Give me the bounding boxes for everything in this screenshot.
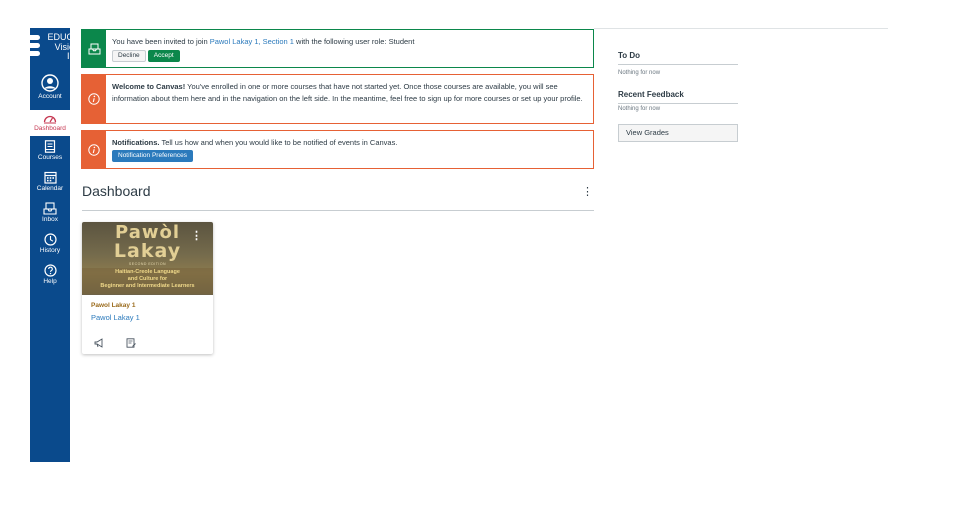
view-grades-button[interactable]: View Grades (618, 124, 738, 142)
todo-divider (618, 64, 738, 65)
nav-item-help[interactable]: Help (30, 264, 70, 290)
dashboard-icon (43, 115, 57, 124)
nav-label: Courses (37, 154, 63, 161)
nav-item-inbox[interactable]: Inbox (30, 202, 70, 228)
course-card-hero-image[interactable]: Pawòl Lakay SECOND EDITION Haitian-Creol… (82, 222, 213, 295)
nav-label: Calendar (36, 185, 64, 192)
nav-item-calendar[interactable]: Calendar (30, 171, 70, 197)
sidebar-top-border (594, 28, 888, 29)
course-card-options-icon[interactable]: ⋮ (191, 231, 202, 242)
welcome-message: Welcome to Canvas! You've enrolled in on… (112, 82, 583, 103)
nav-label: Inbox (42, 216, 58, 223)
header-divider (82, 210, 594, 211)
courses-icon (44, 140, 56, 153)
feedback-divider (618, 103, 738, 104)
nav-label: Account (38, 93, 62, 100)
invitation-alert: You have been invited to join Pawol Laka… (81, 29, 594, 68)
notification-preferences-button[interactable]: Notification Preferences (112, 150, 194, 162)
inbox-icon (43, 202, 57, 215)
nav-label: Help (43, 278, 57, 285)
nav-label: History (39, 247, 61, 254)
todo-heading: To Do (618, 51, 641, 60)
nav-item-dashboard[interactable]: Dashboard (30, 110, 70, 136)
dashboard-options-icon[interactable]: ⋮ (582, 187, 593, 198)
info-icon (88, 93, 100, 105)
notifications-alert: Notifications. Tell us how and when you … (81, 130, 594, 169)
nav-item-courses[interactable]: Courses (30, 140, 70, 166)
invitation-course-link[interactable]: Pawol Lakay 1, Section 1 (210, 37, 294, 46)
info-icon (88, 143, 100, 156)
nav-item-history[interactable]: History (30, 233, 70, 259)
invitation-message: You have been invited to join Pawol Laka… (112, 37, 415, 46)
course-name-link[interactable]: Pawol Lakay 1 (91, 313, 140, 322)
announcements-icon[interactable] (94, 335, 105, 353)
history-icon (43, 233, 57, 246)
page-title: Dashboard (82, 183, 151, 199)
account-icon (41, 74, 59, 92)
nav-label: Dashboard (34, 125, 66, 132)
todo-empty-text: Nothing for now (618, 70, 661, 76)
calendar-icon (43, 171, 57, 184)
course-code: Pawol Lakay 1 (91, 302, 136, 309)
decline-button[interactable]: Decline (112, 50, 146, 62)
welcome-alert: Welcome to Canvas! You've enrolled in on… (81, 74, 594, 124)
feedback-empty-text: Nothing for now (618, 106, 661, 112)
institution-logo[interactable]: EDUCA Vision Inc (30, 32, 70, 62)
accept-button[interactable]: Accept (147, 50, 180, 62)
notifications-message: Notifications. Tell us how and when you … (112, 138, 398, 147)
help-icon (43, 264, 57, 277)
nav-item-account[interactable]: Account (30, 74, 70, 104)
course-card[interactable]: Pawòl Lakay SECOND EDITION Haitian-Creol… (82, 222, 213, 354)
assignments-icon[interactable] (126, 335, 137, 353)
recent-feedback-heading: Recent Feedback (618, 90, 684, 99)
invitation-icon (88, 43, 100, 54)
